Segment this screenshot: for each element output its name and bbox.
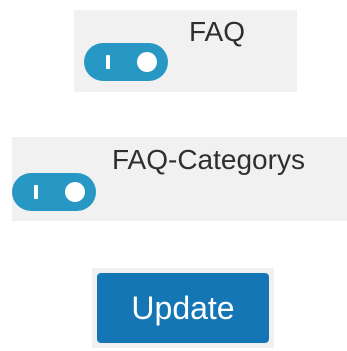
toggle-knob bbox=[137, 52, 157, 72]
faq-toggle[interactable] bbox=[84, 43, 168, 81]
toggle-on-indicator-icon bbox=[34, 185, 38, 199]
faq-label: FAQ bbox=[189, 16, 246, 47]
setting-row-faq: FAQ bbox=[74, 10, 297, 92]
faq-categories-label: FAQ-Categorys bbox=[112, 144, 305, 175]
toggle-knob bbox=[65, 182, 85, 202]
update-button[interactable]: Update bbox=[97, 273, 269, 343]
faq-categories-toggle[interactable] bbox=[12, 173, 96, 211]
update-button-frame: Update bbox=[92, 268, 274, 348]
setting-row-faq-categories: FAQ-Categorys bbox=[12, 137, 347, 221]
toggle-on-indicator-icon bbox=[106, 55, 110, 69]
